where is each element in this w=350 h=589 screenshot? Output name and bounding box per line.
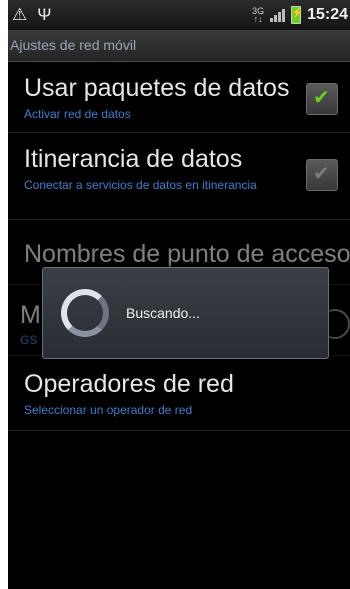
clock: 15:24 [307,6,348,23]
checkmark-icon: ✔ [313,87,330,109]
data-enabled-checkbox[interactable]: ✔ [306,83,338,115]
signal-strength-icon [270,8,286,22]
setting-summary: Activar red de datos [24,107,131,121]
searching-dialog: Buscando... [42,267,329,359]
screen-title: Ajustes de red móvil [10,37,137,53]
setting-title: Operadores de red [24,370,234,398]
setting-data-roaming[interactable]: Itinerancia de datos Conectar a servicio… [8,133,350,220]
warning-icon: ⚠ [12,5,28,24]
checkmark-icon: ✔ [313,163,330,185]
title-bar: Ajustes de red móvil [8,30,350,62]
status-bar: ⚠ Ψ 3G ↑↓ 15:24 [8,0,350,30]
setting-summary: Conectar a servicios de datos en itinera… [24,178,257,192]
setting-title: M [20,301,41,329]
phone-screen: ⚠ Ψ 3G ↑↓ 15:24 Ajustes de red móvil Usa… [8,0,350,589]
setting-network-operators[interactable]: Operadores de red Seleccionar un operado… [8,356,350,431]
network-type-icon: 3G ↑↓ [252,6,265,24]
battery-charging-icon [291,6,304,24]
setting-summary: GS [20,333,38,347]
setting-title: Nombres de punto de acceso [24,240,350,268]
setting-summary: Seleccionar un operador de red [24,403,193,417]
status-left-icons: ⚠ Ψ [12,4,51,26]
setting-use-packet-data[interactable]: Usar paquetes de datos Activar red de da… [8,62,350,133]
dialog-message: Buscando... [126,305,200,321]
loading-spinner-icon [61,289,109,337]
roaming-checkbox[interactable]: ✔ [306,159,338,191]
usb-icon: Ψ [37,5,52,24]
status-right-icons: 3G ↑↓ 15:24 [252,4,348,26]
setting-title: Usar paquetes de datos [24,74,290,102]
setting-title: Itinerancia de datos [24,145,243,173]
